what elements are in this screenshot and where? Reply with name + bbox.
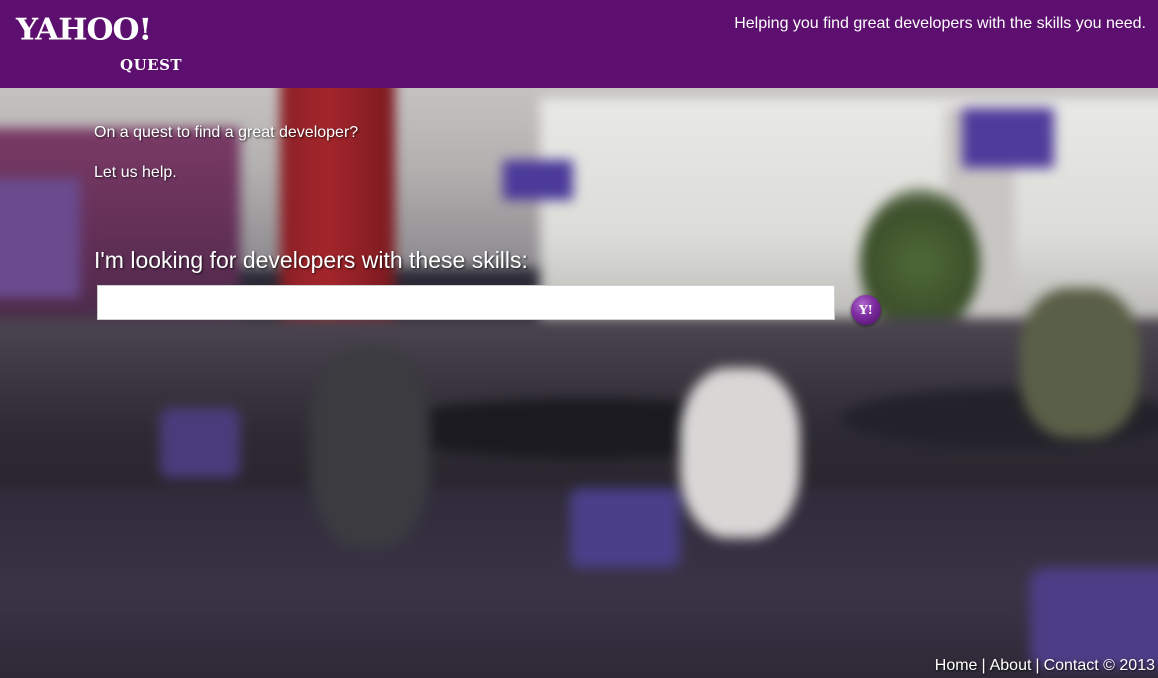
- footer-separator: |: [1035, 657, 1040, 674]
- footer-links: Home | About | Contact © 2013: [935, 657, 1155, 675]
- yahoo-search-button[interactable]: Y!: [851, 295, 881, 325]
- logo-wordmark: YAHOO!: [16, 12, 152, 48]
- skills-search-input[interactable]: [97, 285, 835, 320]
- footer-contact-link[interactable]: Contact: [1044, 657, 1099, 674]
- footer-separator: |: [981, 657, 986, 674]
- intro-question: On a quest to find a great developer?: [94, 124, 359, 141]
- logo-subtitle: QUEST: [120, 56, 183, 74]
- yahoo-y-icon: Y!: [859, 303, 873, 317]
- footer-about-link[interactable]: About: [990, 657, 1032, 674]
- header-bar: YAHOO! QUEST Helping you find great deve…: [0, 0, 1158, 88]
- footer-home-link[interactable]: Home: [935, 657, 978, 674]
- footer-copyright: © 2013: [1103, 657, 1155, 674]
- skills-search-label: I'm looking for developers with these sk…: [94, 247, 528, 273]
- main-content: On a quest to find a great developer? Le…: [0, 0, 1158, 678]
- yahoo-quest-logo[interactable]: YAHOO! QUEST: [16, 10, 196, 78]
- intro-help: Let us help.: [94, 164, 177, 181]
- header-tagline: Helping you find great developers with t…: [734, 15, 1146, 32]
